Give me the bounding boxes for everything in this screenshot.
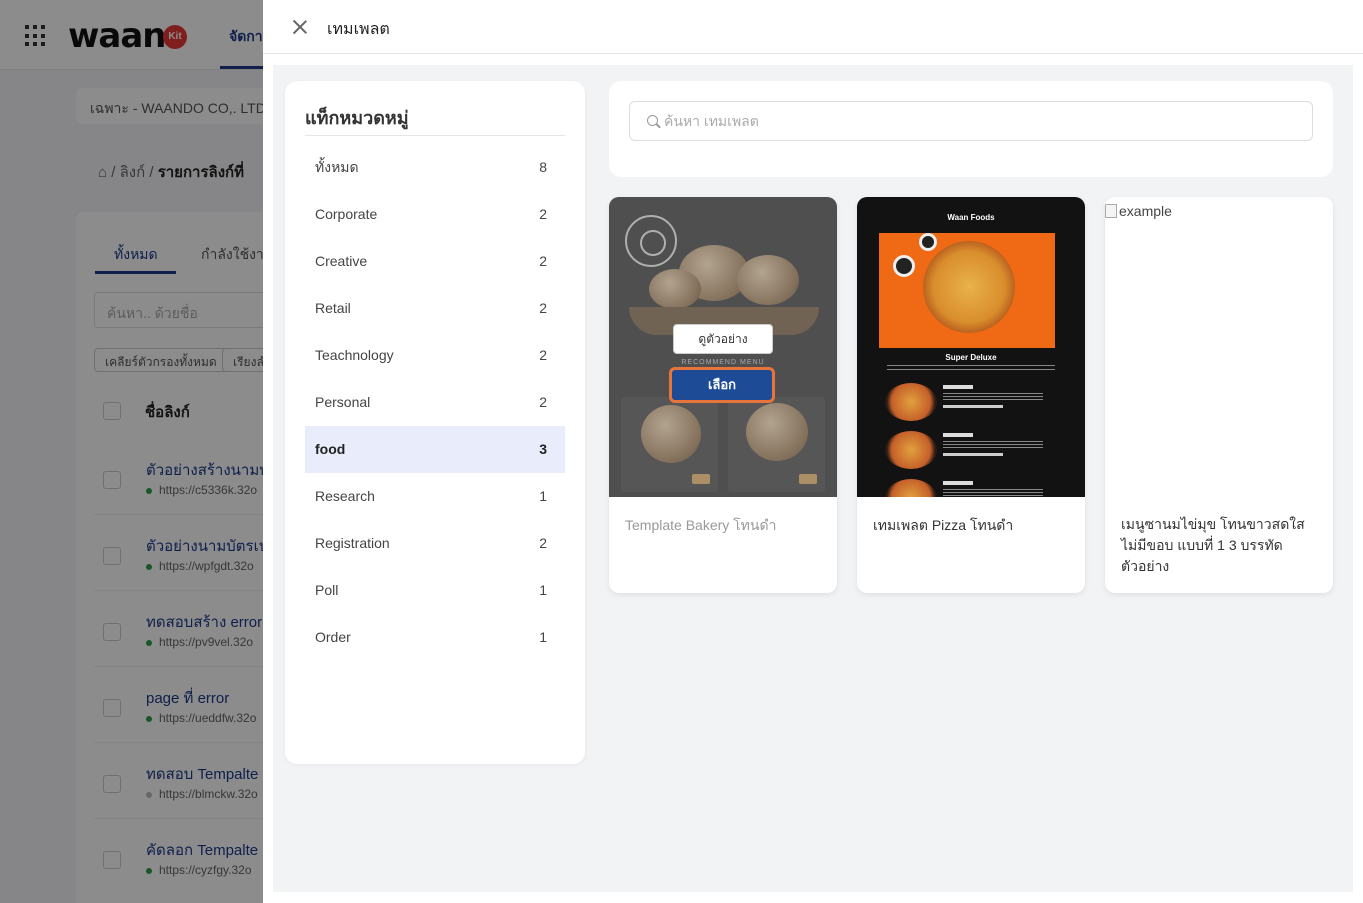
category-item-registration[interactable]: Registration 2	[305, 520, 565, 567]
broken-image-icon: example	[1105, 203, 1172, 219]
category-label: ทั้งหมด	[315, 159, 359, 175]
category-item-teachnology[interactable]: Teachnology 2	[305, 332, 565, 379]
category-item-all[interactable]: ทั้งหมด 8	[305, 144, 565, 191]
pizza-icon	[885, 479, 937, 497]
template-name: Template Bakery โทนดำ	[625, 517, 777, 533]
category-list: ทั้งหมด 8 Corporate 2 Creative 2 Retail 2 Te…	[305, 144, 565, 661]
category-count: 8	[539, 159, 547, 175]
category-label: Order	[315, 629, 351, 645]
category-count: 1	[539, 582, 547, 598]
thumb-brand-text: Waan Foods	[947, 213, 995, 222]
template-card-pizza[interactable]: Waan Foods Super Deluxe เทมเพลต Pizza โท…	[857, 197, 1085, 593]
preview-button[interactable]: ดูตัวอย่าง	[673, 324, 773, 354]
search-card	[609, 81, 1333, 177]
category-item-food[interactable]: food 3	[305, 426, 565, 473]
pizza-icon	[923, 241, 1015, 333]
category-label: Poll	[315, 582, 339, 598]
category-label: Creative	[315, 253, 368, 269]
category-label: food	[315, 441, 346, 457]
category-item-poll[interactable]: Poll 1	[305, 567, 565, 614]
category-count: 2	[539, 535, 547, 551]
pizza-icon	[885, 431, 937, 469]
category-label: Research	[315, 488, 375, 504]
category-count: 2	[539, 253, 547, 269]
category-count: 1	[539, 629, 547, 645]
category-item-research[interactable]: Research 1	[305, 473, 565, 520]
category-count: 2	[539, 347, 547, 363]
template-name: เทมเพลต Pizza โทนดำ	[873, 517, 1014, 533]
thumb-menu-row	[885, 383, 1057, 421]
category-count: 3	[539, 441, 547, 457]
category-label: Personal	[315, 394, 371, 410]
thumb-hero	[879, 233, 1055, 348]
template-thumbnail: Waan Foods Super Deluxe	[857, 197, 1085, 497]
category-count: 2	[539, 300, 547, 316]
category-count: 2	[539, 394, 547, 410]
category-item-order[interactable]: Order 1	[305, 614, 565, 661]
template-search-input[interactable]	[664, 110, 1264, 132]
template-name: เมนูซานมไข่มุข โทนขาวสดใส ไม่มีขอบ แบบที…	[1121, 516, 1305, 574]
drawer-body: แท็กหมวดหมู่ ทั้งหมด 8 Corporate 2 Creativ…	[273, 65, 1353, 892]
template-drawer: เทมเพลต แท็กหมวดหมู่ ทั้งหมด 8 Corporate 2…	[263, 0, 1363, 903]
category-item-creative[interactable]: Creative 2	[305, 238, 565, 285]
category-label: Teachnology	[315, 347, 394, 363]
category-item-corporate[interactable]: Corporate 2	[305, 191, 565, 238]
search-box[interactable]	[629, 101, 1313, 141]
select-button[interactable]: เลือก	[669, 367, 775, 403]
category-item-personal[interactable]: Personal 2	[305, 379, 565, 426]
category-panel-title: แท็กหมวดหมู่	[305, 108, 409, 128]
category-count: 2	[539, 206, 547, 222]
thumb-menu-row	[885, 431, 1057, 469]
template-thumbnail: RECOMMEND MENU ดูตัวอย่าง เลือก	[609, 197, 837, 497]
thumb-description	[887, 365, 1055, 373]
category-panel: แท็กหมวดหมู่ ทั้งหมด 8 Corporate 2 Creativ…	[285, 81, 585, 764]
divider	[305, 135, 565, 136]
category-item-retail[interactable]: Retail 2	[305, 285, 565, 332]
category-label: Registration	[315, 535, 390, 551]
bowl-icon	[919, 233, 937, 251]
drawer-header: เทมเพลต	[263, 0, 1363, 54]
template-thumbnail: example	[1105, 197, 1333, 497]
template-card-bubble-tea[interactable]: example เมนูซานมไข่มุข โทนขาวสดใส ไม่มีข…	[1105, 197, 1333, 593]
thumb-heading: Super Deluxe	[945, 353, 997, 362]
template-card-bakery[interactable]: RECOMMEND MENU ดูตัวอย่าง เลือก Template…	[609, 197, 837, 593]
drawer-title: เทมเพลต	[327, 21, 390, 38]
category-count: 1	[539, 488, 547, 504]
bowl-icon	[893, 255, 915, 277]
category-label: Retail	[315, 300, 351, 316]
pizza-icon	[885, 383, 937, 421]
category-label: Corporate	[315, 206, 378, 222]
close-icon[interactable]	[290, 17, 310, 37]
search-icon	[647, 115, 658, 126]
thumb-menu-row	[885, 479, 1057, 497]
